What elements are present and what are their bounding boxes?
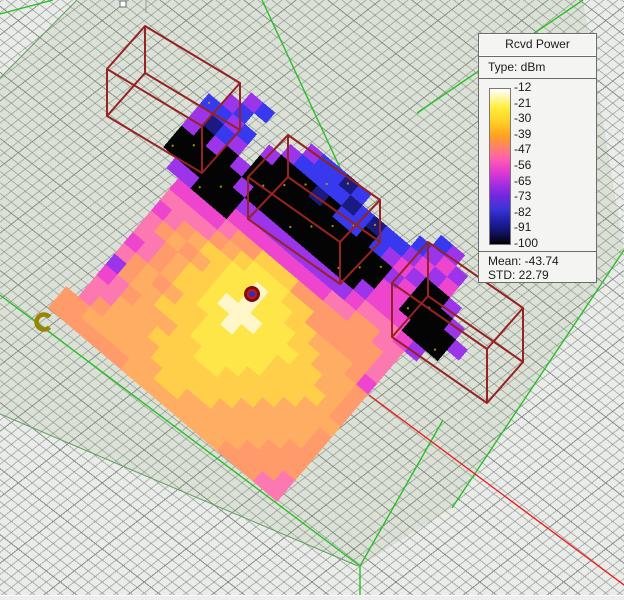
tx-marker[interactable] xyxy=(244,286,260,302)
mean-value: Mean: -43.74 xyxy=(488,254,559,268)
window-bottom-edge xyxy=(0,595,624,600)
legend-panel[interactable]: Rcvd Power Type: dBm -12 -21 -30 -39 -47 -56-… xyxy=(478,33,597,283)
colorbar-tick-labels: -12 -21 -30 -39 -47 -56 -65 -73 -82 -91 -100 xyxy=(514,80,539,250)
colorbar xyxy=(489,88,511,245)
legend-type-label: Type: dBm xyxy=(479,57,596,79)
legend-title: Rcvd Power xyxy=(479,34,596,57)
std-value: STD: 22.79 xyxy=(488,268,549,282)
legend-colorbar-section: -12 -21 -30 -39 -47 -56 -65 -73 -82 -91 -100 xyxy=(479,79,596,251)
legend-stats: Mean: -43.74 STD: 22.79 xyxy=(479,251,596,283)
viewport-3d[interactable]: Rcvd Power Type: dBm -12 -21 -30 -39 -47 -56-… xyxy=(0,0,624,600)
